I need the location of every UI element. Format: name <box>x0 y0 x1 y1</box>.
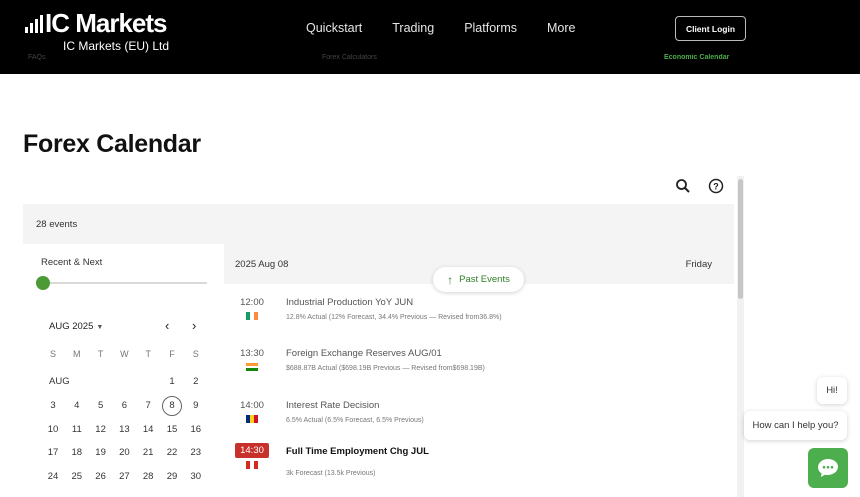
calendar-day[interactable]: 14 <box>136 420 160 440</box>
calendar-day[interactable]: 5 <box>89 396 113 416</box>
event-row[interactable]: 14:30 Full Time Employment Chg JUL 3k Fore… <box>224 443 734 496</box>
month-selector[interactable]: AUG 2025 ▼ <box>49 321 103 332</box>
calendar-day[interactable]: 17 <box>41 443 65 463</box>
calendar-day[interactable]: 7 <box>136 396 160 416</box>
calendar-day[interactable]: 11 <box>65 420 89 440</box>
help-icon[interactable]: ? <box>708 178 724 194</box>
event-detail: 3k Forecast (13.5k Previous) <box>286 470 376 477</box>
weekday-header: F <box>169 349 175 359</box>
nav-platforms[interactable]: Platforms <box>464 21 517 35</box>
calendar-day[interactable]: 28 <box>136 467 160 487</box>
weekday-header: M <box>73 349 81 359</box>
month-label: AUG 2025 <box>49 321 94 332</box>
event-detail: 12.8% Actual (12% Forecast, 34.4% Previo… <box>286 314 502 321</box>
calendar-day[interactable]: 10 <box>41 420 65 440</box>
scrollbar[interactable] <box>737 176 744 497</box>
logo-subtitle: IC Markets (EU) Ltd <box>63 39 170 53</box>
filter-label: Recent & Next <box>41 257 103 268</box>
event-detail: $688.87B Actual ($698.19B Previous — Rev… <box>286 365 485 372</box>
weekday-header: T <box>145 349 151 359</box>
chat-icon <box>818 459 838 477</box>
calendar-day[interactable]: 24 <box>41 467 65 487</box>
calendar-day[interactable]: 25 <box>65 467 89 487</box>
nav-trading[interactable]: Trading <box>392 21 434 35</box>
event-title[interactable]: Interest Rate Decision <box>286 400 379 411</box>
calendar-day[interactable]: 30 <box>184 467 208 487</box>
page-title: Forex Calendar <box>23 130 201 158</box>
calendar-day[interactable]: 2 <box>184 372 208 392</box>
subnav-faqs[interactable]: FAQs <box>28 54 46 61</box>
sub-nav: FAQs Forex Calculators Economic Calendar <box>0 54 860 64</box>
calendar-day[interactable]: 1 <box>160 372 184 392</box>
calendar-day[interactable]: 27 <box>112 467 136 487</box>
svg-text:?: ? <box>713 182 719 192</box>
calendar-day[interactable]: 13 <box>112 420 136 440</box>
calendar-day[interactable]: 3 <box>41 396 65 416</box>
chevron-down-icon: ▼ <box>96 324 104 331</box>
country-flag-icon <box>246 363 258 371</box>
calendar-day[interactable]: 20 <box>112 443 136 463</box>
country-flag-icon <box>246 461 258 469</box>
next-month-icon[interactable]: › <box>192 318 196 333</box>
scrollbar-thumb[interactable] <box>738 179 743 299</box>
nav-quickstart[interactable]: Quickstart <box>306 21 362 35</box>
calendar-day[interactable]: 15 <box>160 420 184 440</box>
subnav-forex-calculators[interactable]: Forex Calculators <box>322 54 377 61</box>
site-header: IC Markets IC Markets (EU) Ltd Quickstar… <box>0 0 860 74</box>
calendar-day[interactable]: 16 <box>184 420 208 440</box>
event-time: 14:00 <box>240 400 264 411</box>
weekday-header: W <box>120 349 129 359</box>
weekday-header: S <box>49 349 56 359</box>
event-detail: 6.5% Actual (6.5% Forecast, 6.5% Previou… <box>286 417 424 424</box>
filter-panel: Recent & Next AUG 2025 ▼ ‹ › S M T W T F S AUG 1 2… <box>23 244 222 497</box>
past-events-button[interactable]: ↑ Past Events <box>433 267 524 292</box>
event-time: 13:30 <box>240 348 264 359</box>
arrow-up-icon: ↑ <box>447 272 454 287</box>
chat-prompt[interactable]: How can I help you? <box>744 411 847 440</box>
calendar-day[interactable]: 18 <box>65 443 89 463</box>
country-flag-icon <box>246 415 258 423</box>
nav-more[interactable]: More <box>547 21 575 35</box>
main-nav: Quickstart Trading Platforms More <box>306 21 605 35</box>
event-time-highlighted: 14:30 <box>235 443 269 458</box>
day-name: Friday <box>685 259 712 270</box>
weekday-header: S <box>192 349 199 359</box>
calendar-day[interactable]: 4 <box>65 396 89 416</box>
chat-button[interactable] <box>808 448 848 488</box>
search-icon[interactable] <box>675 178 691 194</box>
logo-bars-icon <box>25 15 45 33</box>
chat-greeting: Hi! <box>817 377 847 404</box>
calendar-day[interactable]: 21 <box>136 443 160 463</box>
range-slider-handle[interactable] <box>36 276 50 290</box>
calendar-day[interactable]: 22 <box>160 443 184 463</box>
calendar-day[interactable]: 12 <box>89 420 113 440</box>
past-events-label: Past Events <box>459 274 510 285</box>
prev-month-icon[interactable]: ‹ <box>165 318 169 333</box>
weekday-header: T <box>97 349 104 359</box>
country-flag-icon <box>246 312 258 320</box>
month-short-label: AUG <box>49 376 70 387</box>
calendar-day[interactable]: 23 <box>184 443 208 463</box>
event-row[interactable]: 13:30 Foreign Exchange Reserves AUG/01 $68… <box>224 348 734 398</box>
event-time: 12:00 <box>240 297 264 308</box>
calendar-day[interactable]: 9 <box>184 396 208 416</box>
subnav-economic-calendar[interactable]: Economic Calendar <box>664 54 729 61</box>
range-slider-track[interactable] <box>43 282 207 284</box>
events-panel: 2025 Aug 08 Friday ↑ Past Events 12:00 In… <box>224 244 734 497</box>
event-title[interactable]: Full Time Employment Chg JUL <box>286 446 429 457</box>
calendar-day[interactable]: 6 <box>112 396 136 416</box>
event-title[interactable]: Foreign Exchange Reserves AUG/01 <box>286 348 442 359</box>
logo-text: IC Markets <box>45 8 167 38</box>
calendar-day[interactable]: 29 <box>160 467 184 487</box>
calendar-day-selected[interactable]: 8 <box>162 396 182 416</box>
calendar-day[interactable]: 19 <box>89 443 113 463</box>
day-date: 2025 Aug 08 <box>235 259 289 270</box>
client-login-button[interactable]: Client Login <box>675 16 746 41</box>
event-title[interactable]: Industrial Production YoY JUN <box>286 297 413 308</box>
events-count: 28 events <box>36 219 78 230</box>
event-row[interactable]: 12:00 Industrial Production YoY JUN 12.8% … <box>224 297 734 347</box>
events-summary-bar: 28 events <box>23 204 734 244</box>
calendar-day[interactable]: 26 <box>89 467 113 487</box>
event-row[interactable]: 14:00 Interest Rate Decision 6.5% Actual (… <box>224 400 734 450</box>
